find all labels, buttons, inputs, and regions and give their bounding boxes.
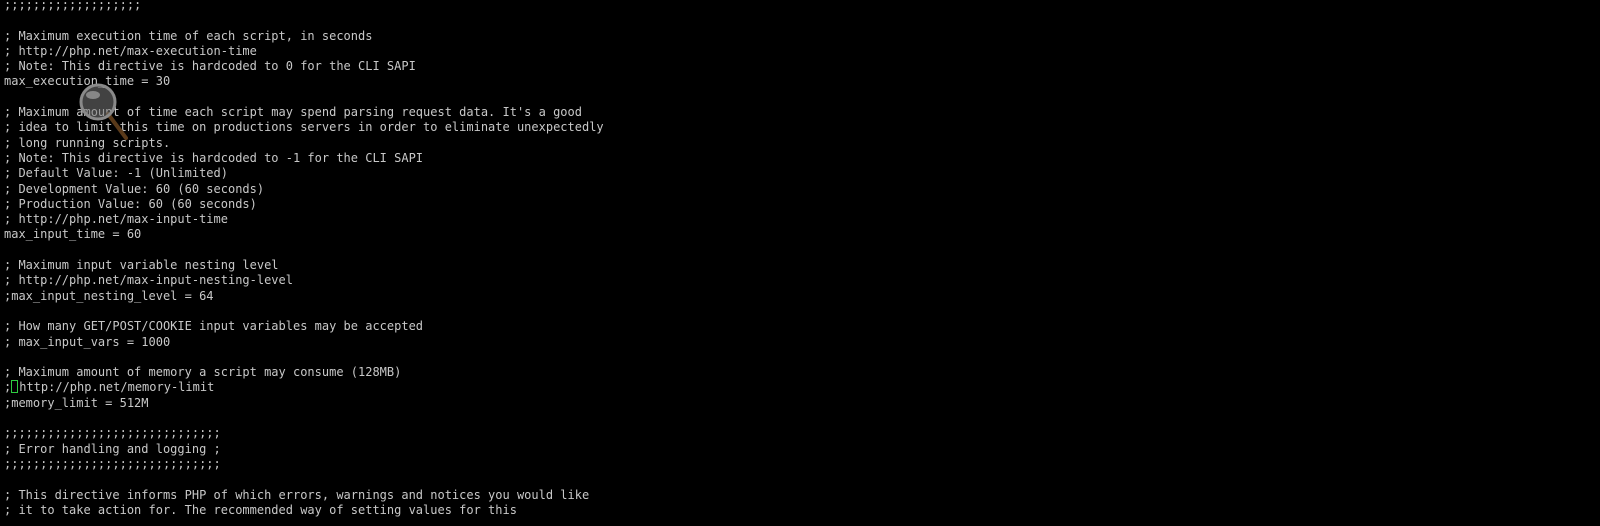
terminal-line-text: ; http://php.net/max-input-nesting-level [4, 273, 293, 288]
terminal-line-text: ; Maximum execution time of each script,… [4, 28, 373, 43]
terminal-line-text: ; How many GET/POST/COOKIE input variabl… [4, 319, 424, 334]
terminal-line-text: ; Note: This directive is hardcoded to 0… [4, 59, 416, 74]
terminal-line-text: ; Production Value: 60 (60 seconds) [4, 196, 257, 211]
terminal-line-text: ; http://php.net/max-execution-time [4, 43, 257, 58]
terminal-line-text: max_input_time = 60 [4, 227, 142, 242]
terminal-line-text: ; Maximum input variable nesting level [4, 258, 279, 273]
terminal-line-text: ;;;;;;;;;;;;;;;;;;;;;;;;;;;;;; [4, 456, 221, 471]
terminal-line: ; How many GET/POST/COOKIE input variabl… [4, 319, 1594, 334]
terminal-line-text: ; This directive informs PHP of which er… [4, 487, 590, 502]
terminal-line: ; idea to limit this time on productions… [4, 120, 1594, 135]
terminal-line-text: ;memory_limit = 512M [4, 395, 149, 410]
terminal-line: ; Note: This directive is hardcoded to -… [4, 151, 1594, 166]
terminal-line: ; Production Value: 60 (60 seconds) [4, 197, 1594, 212]
terminal-line-text: ; Maximum amount of memory a script may … [4, 365, 402, 380]
terminal-line: ; Maximum execution time of each script,… [4, 29, 1594, 44]
terminal-line: ; This directive informs PHP of which er… [4, 488, 1594, 503]
terminal-line-text: ; it to take action for. The recommended… [4, 502, 517, 517]
terminal-line: ; max_input_vars = 1000 [4, 335, 1594, 350]
terminal-line: ;max_input_nesting_level = 64 [4, 289, 1594, 304]
terminal-line-text: ; Development Value: 60 (60 seconds) [4, 181, 265, 196]
terminal-line-text: ; Error handling and logging ; [4, 441, 221, 456]
terminal-line-text: ; http://php.net/max-input-time [4, 212, 228, 227]
terminal-line-text: ; max_input_vars = 1000 [4, 334, 171, 349]
terminal-line: ; Maximum amount of time each script may… [4, 105, 1594, 120]
terminal-line: ; http://php.net/max-execution-time [4, 44, 1594, 59]
terminal-text-area[interactable]: ;;;;;;;;;;;;;;;;;;; ; Maximum execution t… [4, 0, 1594, 526]
terminal-line: ; it to take action for. The recommended… [4, 503, 1594, 518]
terminal-line-text: ; Default Value: -1 (Unlimited) [4, 166, 228, 181]
terminal-line-text: ;max_input_nesting_level = 64 [4, 288, 214, 303]
terminal-line: ;;;;;;;;;;;;;;;;;;; [4, 0, 1594, 13]
terminal-line: ;;;;;;;;;;;;;;;;;;;;;;;;;;;;;; [4, 457, 1594, 472]
terminal-line: ; Note: This directive is hardcoded to 0… [4, 59, 1594, 74]
terminal-line: ; Development Value: 60 (60 seconds) [4, 182, 1594, 197]
cursor-line-text: http://php.net/memory-limit [19, 380, 215, 395]
terminal-line: ; http://php.net/max-input-nesting-level [4, 273, 1594, 288]
terminal-line-text: ;;;;;;;;;;;;;;;;;;;;;;;;;;;;;; [4, 426, 221, 441]
terminal-line-text: ; Note: This directive is hardcoded to -… [4, 150, 424, 165]
terminal-line: ; http://php.net/memory-limit [4, 380, 1594, 395]
terminal-line: ; http://php.net/max-input-time [4, 212, 1594, 227]
text-cursor [11, 380, 19, 394]
terminal-line: ; Error handling and logging ; [4, 442, 1594, 457]
terminal-line: ;memory_limit = 512M [4, 396, 1594, 411]
terminal-line: ; Maximum input variable nesting level [4, 258, 1594, 273]
magnifier-icon [79, 83, 128, 140]
terminal-line: ;;;;;;;;;;;;;;;;;;;;;;;;;;;;;; [4, 426, 1594, 441]
terminal-line: ; long running scripts. [4, 136, 1594, 151]
terminal-line-text: ;;;;;;;;;;;;;;;;;;; [4, 0, 142, 12]
terminal-line: max_input_time = 60 [4, 227, 1594, 242]
terminal-line-text: ; [4, 380, 12, 395]
terminal-line: ; Maximum amount of memory a script may … [4, 365, 1594, 380]
terminal-line: ; Default Value: -1 (Unlimited) [4, 166, 1594, 181]
terminal-line: max_execution_time = 30 [4, 74, 1594, 89]
